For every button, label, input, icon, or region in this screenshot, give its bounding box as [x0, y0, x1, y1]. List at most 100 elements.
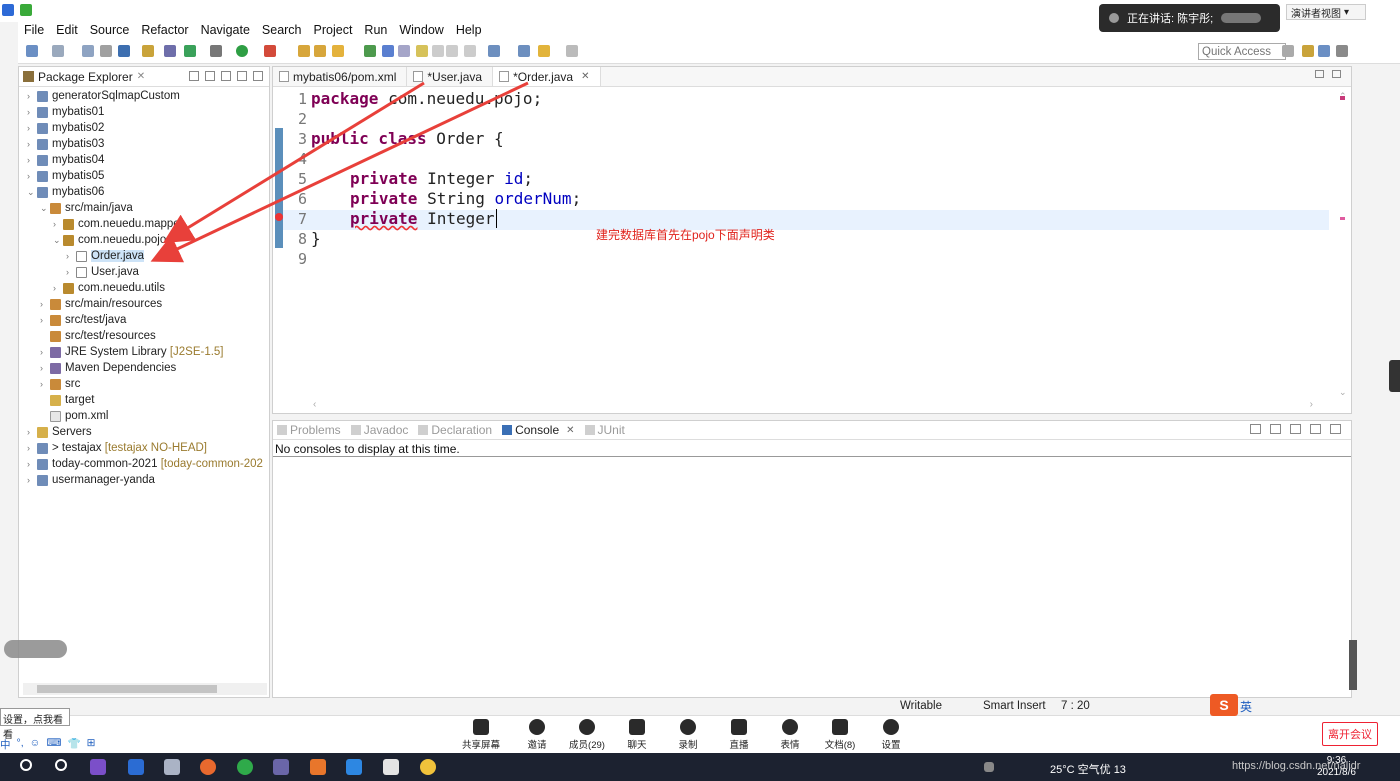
open-task-icon[interactable] [314, 45, 326, 57]
scroll-thumb[interactable] [37, 685, 217, 693]
external-tools-icon[interactable] [210, 45, 222, 57]
side-expand-handle[interactable] [1389, 360, 1400, 392]
code-area[interactable]: 1 2 3 4 5 6 7 8 9 package com.neuedu.poj… [273, 88, 1351, 402]
new-server-icon[interactable] [264, 45, 276, 57]
menu-edit[interactable]: Edit [50, 22, 84, 40]
ime-mode[interactable]: 英 [1240, 698, 1252, 715]
menu-project[interactable]: Project [308, 22, 359, 40]
tab-user-java[interactable]: *User.java [407, 67, 494, 86]
search-icon[interactable] [20, 759, 32, 771]
list-item[interactable]: ⌄ mybatis06 [27, 184, 104, 200]
list-item[interactable]: › src [40, 376, 80, 392]
highlight-icon[interactable] [382, 45, 394, 57]
presenter-view-button[interactable]: 演讲者视图 ▾ [1286, 4, 1366, 20]
emoji-button[interactable]: 表情 [765, 719, 815, 751]
format-icon[interactable] [446, 45, 458, 57]
vertical-scrollbar[interactable]: ⌃ ⌄ [1339, 91, 1347, 399]
list-item[interactable]: › Order.java [66, 248, 145, 264]
list-item[interactable]: › generatorSqlmapCustom [27, 88, 180, 104]
record-button[interactable]: 录制 [663, 719, 713, 751]
horizontal-scrollbar[interactable]: ‹ › [313, 399, 1333, 411]
menu-run[interactable]: Run [358, 22, 393, 40]
coverage-icon[interactable] [184, 45, 196, 57]
list-item[interactable]: › com.neuedu.mapper [53, 216, 183, 232]
menu-refactor[interactable]: Refactor [135, 22, 194, 40]
list-item[interactable]: › src/main/resources [40, 296, 162, 312]
skip-breakpoints-icon[interactable] [142, 45, 154, 57]
browser-icon[interactable] [237, 759, 253, 775]
leave-meeting-button[interactable]: 离开会议 [1322, 722, 1378, 746]
emoji-icon[interactable]: ☺ [30, 737, 41, 752]
tab-console[interactable]: Console ✕ [498, 423, 581, 437]
menu-navigate[interactable]: Navigate [195, 22, 256, 40]
close-icon[interactable]: ✕ [581, 71, 589, 82]
new-icon[interactable] [26, 45, 38, 57]
documents-button[interactable]: 文档(8) [815, 719, 865, 751]
menu-window[interactable]: Window [393, 22, 449, 40]
live-button[interactable]: 直播 [714, 719, 764, 751]
link-editor-icon[interactable] [205, 71, 215, 81]
package-explorer-title[interactable]: Package Explorer [38, 70, 133, 84]
list-item[interactable]: pom.xml [40, 408, 108, 424]
toggle-icon[interactable] [398, 45, 410, 57]
java-perspective-icon[interactable] [1318, 45, 1330, 57]
keyboard-icon[interactable]: ⌨ [46, 737, 61, 752]
tab-junit[interactable]: JUnit [581, 423, 631, 437]
debug-perspective-icon[interactable] [1336, 45, 1348, 57]
prev-annotation-icon[interactable] [518, 45, 530, 57]
menu-help[interactable]: Help [450, 22, 488, 40]
minimize-icon[interactable] [1310, 424, 1321, 434]
pin-icon[interactable] [364, 45, 376, 57]
ime-chinese-toggle[interactable]: 中 [0, 737, 11, 752]
quick-access-input[interactable] [1198, 43, 1286, 60]
minimize-icon[interactable] [237, 71, 247, 81]
open-type-icon[interactable] [298, 45, 310, 57]
print-icon[interactable] [118, 45, 130, 57]
annotation-nav-icon[interactable] [464, 45, 476, 57]
maximize-icon[interactable] [253, 71, 263, 81]
open-console-icon[interactable] [1290, 424, 1301, 434]
minimize-icon[interactable] [1315, 70, 1324, 78]
horizontal-scrollbar[interactable] [23, 683, 267, 695]
whitespace-icon[interactable] [432, 45, 444, 57]
person-icon[interactable] [984, 762, 994, 772]
list-item[interactable]: › Servers [27, 424, 92, 440]
list-item[interactable]: › > testajax [testajax NO-HEAD] [27, 440, 207, 456]
list-item[interactable]: ⌄ com.neuedu.pojo [53, 232, 166, 248]
qq-icon[interactable] [420, 759, 436, 775]
eclipse-icon[interactable] [273, 759, 289, 775]
list-item[interactable]: › usermanager-yanda [27, 472, 155, 488]
forward-icon[interactable] [566, 45, 578, 57]
view-menu-icon[interactable] [221, 71, 231, 81]
list-item[interactable]: src/test/resources [40, 328, 156, 344]
list-item[interactable]: › mybatis04 [27, 152, 104, 168]
list-item[interactable]: › mybatis05 [27, 168, 104, 184]
invite-button[interactable]: 邀请 [512, 719, 562, 751]
maximize-icon[interactable] [1330, 424, 1341, 434]
powershell-icon[interactable] [128, 759, 144, 775]
screen-icon[interactable] [383, 759, 399, 775]
close-icon[interactable]: ✕ [566, 425, 574, 436]
menu-file[interactable]: File [18, 22, 50, 40]
sogou-ime-logo[interactable]: S [1210, 694, 1238, 716]
cortana-icon[interactable] [55, 759, 67, 771]
tab-problems[interactable]: Problems [273, 423, 347, 437]
search-icon[interactable] [332, 45, 344, 57]
toolbox-icon[interactable]: ⊞ [87, 737, 96, 752]
ime-punctuation-toggle[interactable]: °, [17, 737, 24, 752]
firefox-icon[interactable] [200, 759, 216, 775]
meeting-app-icon[interactable] [346, 759, 362, 775]
pin-console-icon[interactable] [1250, 424, 1261, 434]
list-item[interactable]: › src/test/java [40, 312, 126, 328]
tab-declaration[interactable]: Declaration [414, 423, 498, 437]
tab-order-java[interactable]: *Order.java ✕ [493, 67, 601, 86]
skin-icon[interactable]: 👕 [68, 737, 81, 752]
open-icon[interactable] [52, 45, 64, 57]
list-item[interactable]: › User.java [66, 264, 139, 280]
settings-button[interactable]: 设置 [866, 719, 916, 751]
list-item[interactable]: › mybatis03 [27, 136, 104, 152]
display-console-icon[interactable] [1270, 424, 1281, 434]
save-all-icon[interactable] [100, 45, 112, 57]
explorer-icon[interactable] [164, 759, 180, 775]
share-screen-button[interactable]: 共享屏幕 [456, 719, 506, 751]
